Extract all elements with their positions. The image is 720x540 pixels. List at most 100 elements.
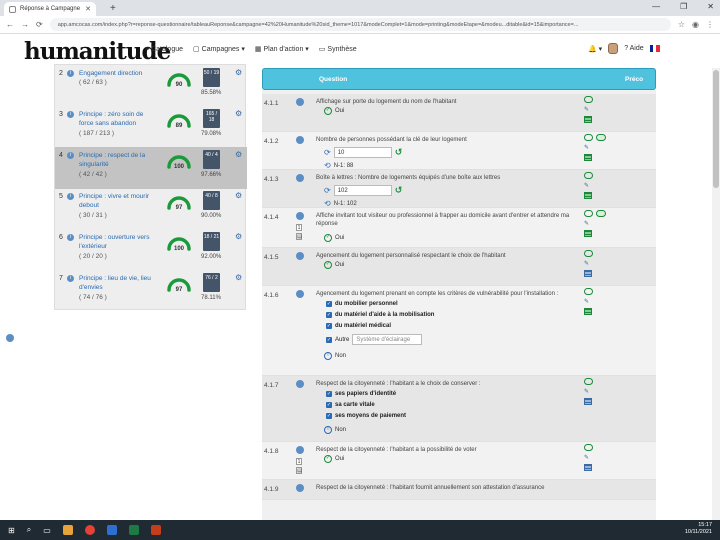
theme-title[interactable]: Engagement direction [79,69,157,78]
theme-title[interactable]: Principe : lieu de vie, lieu d'envies [79,274,157,292]
profile-icon[interactable]: ◉ [692,20,699,29]
theme-title[interactable]: Principe : respect de la singularité [79,151,157,169]
menu-plan-action[interactable]: ▦ Plan d'action ▾ [255,45,309,53]
table-icon[interactable] [584,230,592,237]
menu-campagnes[interactable]: ▢ Campagnes ▾ [193,45,245,53]
task-view-icon[interactable]: ▭ [43,526,51,535]
close-tab-icon[interactable]: ✕ [85,5,91,13]
comments-icon[interactable] [596,134,606,141]
info-icon[interactable]: i [67,70,74,77]
powerpoint-icon[interactable] [150,525,161,535]
chrome-icon[interactable] [84,525,95,535]
excel-icon[interactable] [128,525,139,535]
maximize-button[interactable]: ❐ [680,2,687,11]
back-icon[interactable]: ← [6,20,14,29]
comment-icon[interactable] [584,172,593,179]
answer[interactable]: ○ Non [324,352,346,360]
gear-icon[interactable]: ⚙ [235,150,242,159]
bell-icon[interactable]: 🔔 ▾ [588,45,602,53]
value-input[interactable]: 102 [333,185,392,196]
comment-icon[interactable] [584,288,593,295]
info-icon[interactable]: i [67,111,74,118]
url-input[interactable]: app.amcocas.com/index.php?r=reponse-ques… [49,18,671,31]
kebab-menu-icon[interactable]: ⋮ [706,20,714,29]
info-icon[interactable] [296,446,304,454]
pencil-icon[interactable]: ✎ [584,220,606,227]
search-icon[interactable]: ⌕ [27,525,31,535]
refresh-icon[interactable]: ⟳ [324,148,331,157]
gear-icon[interactable]: ⚙ [235,232,242,241]
pencil-icon[interactable]: ✎ [584,454,593,461]
info-icon[interactable] [296,290,304,298]
table-icon[interactable] [584,270,592,277]
star-icon[interactable]: ☆ [678,20,685,29]
floating-info-icon[interactable] [6,334,14,342]
info-icon[interactable]: i [67,193,74,200]
refresh-icon[interactable]: ⟳ [324,186,331,195]
comment-icon[interactable] [584,378,593,385]
theme-row[interactable]: 2 i Engagement direction( 62 / 63 ) 90 50 / … [55,65,247,107]
checked-icon[interactable]: ✓ [326,336,332,343]
help-link[interactable]: ? Aide [624,45,643,52]
menu-synthese[interactable]: ▭ Synthèse [319,45,357,54]
theme-row[interactable]: 4 i Principe : respect de la singularité ( … [55,147,247,189]
table-icon[interactable] [584,116,592,123]
comment-icon[interactable] [584,444,593,451]
close-window-button[interactable]: ✕ [707,2,714,11]
menu-catalogue[interactable]: ≡ Catalogue [145,45,183,53]
answer[interactable]: ✓ Oui [324,261,344,269]
table-icon[interactable] [584,192,592,199]
comment-icon[interactable] [584,96,593,103]
theme-row[interactable]: 7 i Principe : lieu de vie, lieu d'envies (… [55,270,247,312]
count-icon[interactable]: 1 [296,458,302,465]
minimize-button[interactable]: — [652,2,660,11]
info-icon[interactable] [296,484,304,492]
reload-icon[interactable]: ⟳ [36,20,43,29]
app-icon[interactable] [106,525,117,535]
gear-icon[interactable]: ⚙ [235,191,242,200]
comment-icon[interactable] [584,210,593,217]
avatar[interactable] [608,43,619,54]
info-icon[interactable] [296,136,304,144]
answer[interactable]: ○ Non [324,426,346,434]
forward-icon[interactable]: → [21,20,29,29]
info-icon[interactable] [296,212,304,220]
checkbox-option[interactable]: ✓ ses papiers d'identité [326,391,396,397]
checkbox-option[interactable]: ✓ du mobilier personnel [326,301,398,307]
info-icon[interactable] [296,380,304,388]
info-icon[interactable] [296,252,304,260]
checkbox-option[interactable]: ✓ sa carte vitale [326,402,375,408]
page-scrollbar[interactable] [712,68,720,520]
table-icon[interactable] [584,398,592,405]
explorer-icon[interactable] [62,525,73,535]
info-icon[interactable] [296,174,304,182]
other-input[interactable]: Système d'éclairage [352,334,423,345]
scrollbar-thumb[interactable] [713,70,719,188]
theme-row[interactable]: 3 i Principe : zéro soin de force sans aba… [55,106,247,148]
comment-icon[interactable] [584,250,593,257]
theme-title[interactable]: Principe : ouverture vers l'extérieur [79,233,157,251]
system-clock[interactable]: 15:17 10/11/2021 [685,522,712,536]
gear-icon[interactable]: ⚙ [235,273,242,282]
pencil-icon[interactable]: ✎ [584,182,593,189]
pencil-icon[interactable]: ✎ [584,106,593,113]
file-icon[interactable]: ▤ [296,233,302,240]
file-icon[interactable]: ▤ [296,467,302,474]
windows-start-icon[interactable]: ⊞ [8,526,15,535]
info-icon[interactable]: i [67,275,74,282]
undo-icon[interactable]: ↺ [395,147,403,158]
theme-row[interactable]: 6 i Principe : ouverture vers l'extérieur (… [55,229,247,271]
answer[interactable]: ✓ Oui [324,234,344,242]
new-tab-button[interactable]: + [110,3,116,14]
checkbox-option[interactable]: ✓ du matériel médical [326,323,391,329]
gear-icon[interactable]: ⚙ [235,68,242,77]
info-icon[interactable]: i [67,152,74,159]
pencil-icon[interactable]: ✎ [584,298,593,305]
checkbox-option[interactable]: ✓ ses moyens de paiement [326,413,406,419]
theme-title[interactable]: Principe : vivre et mourir debout [79,192,157,210]
theme-row[interactable]: 5 i Principe : vivre et mourir debout ( 30 … [55,188,247,230]
value-input[interactable]: 10 [333,147,392,158]
comment-icon[interactable] [584,134,593,141]
table-icon[interactable] [584,308,592,315]
table-icon[interactable] [584,464,592,471]
